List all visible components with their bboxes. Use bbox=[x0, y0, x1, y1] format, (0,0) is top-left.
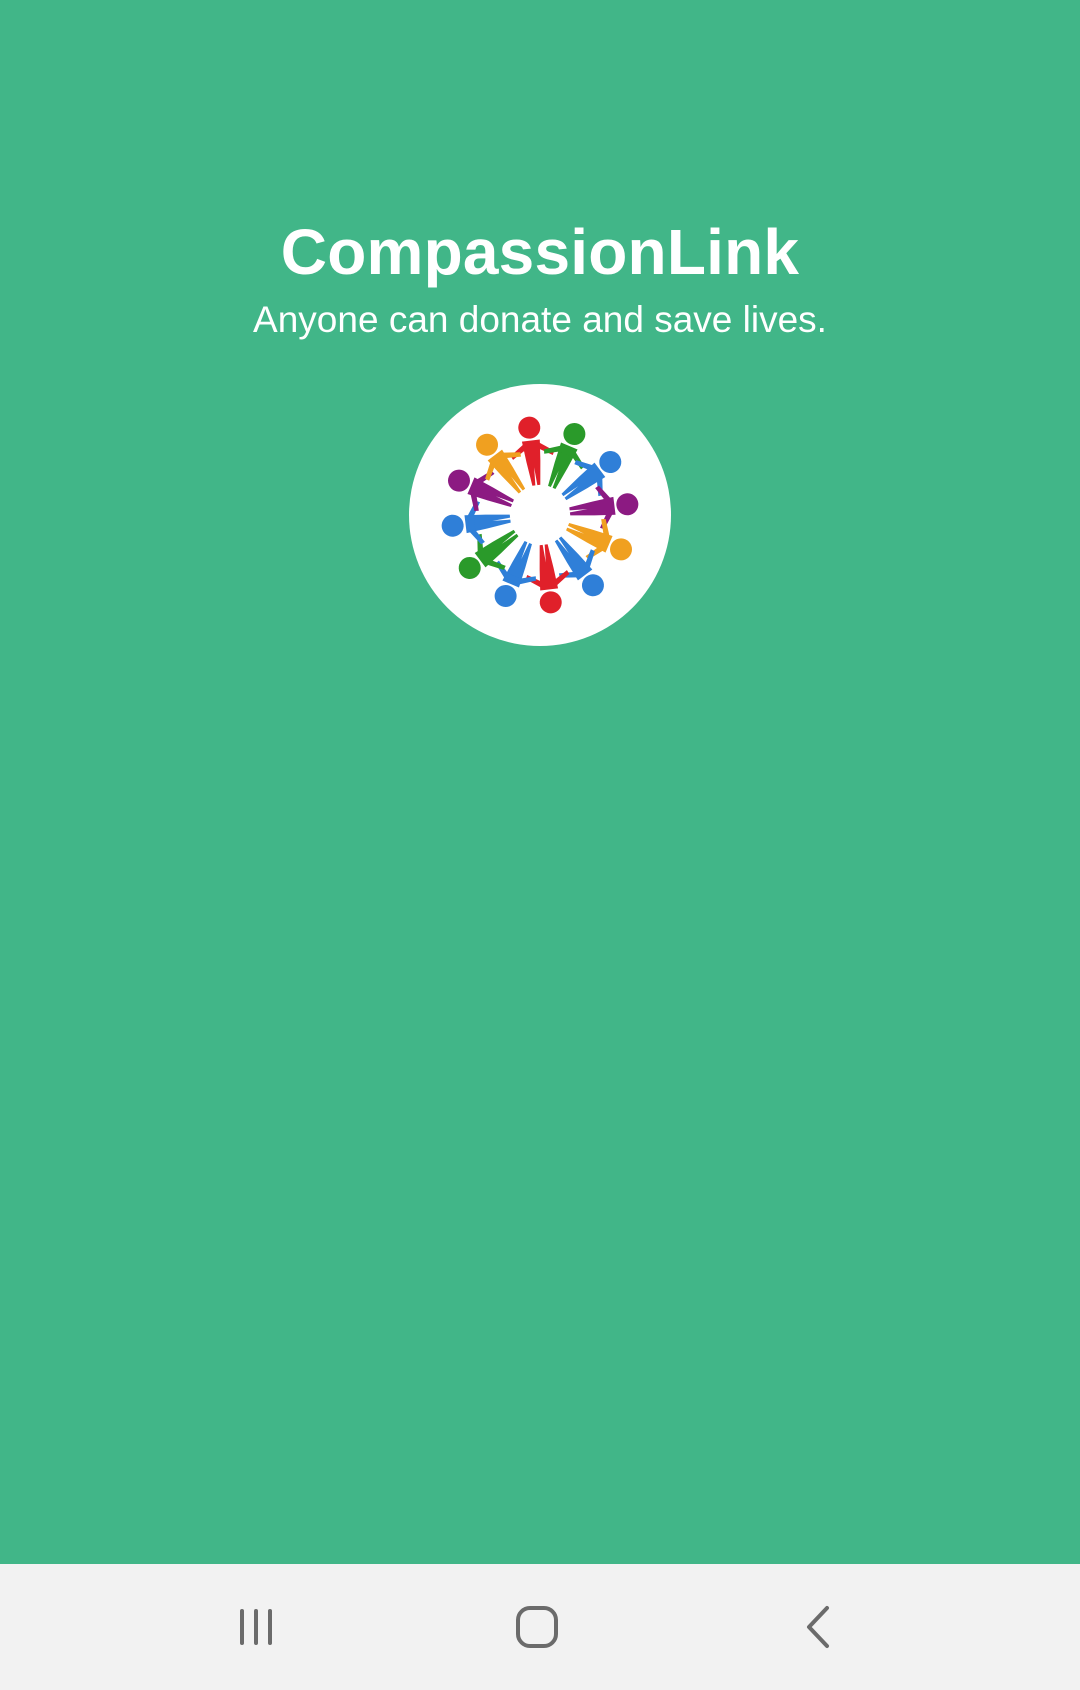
recent-apps-icon bbox=[240, 1609, 272, 1645]
system-navigation-bar bbox=[0, 1564, 1080, 1690]
recent-apps-button[interactable] bbox=[211, 1582, 301, 1672]
splash-content: CompassionLink Anyone can donate and sav… bbox=[0, 0, 1080, 1564]
app-title: CompassionLink bbox=[280, 216, 800, 288]
back-button[interactable] bbox=[774, 1582, 864, 1672]
people-circle-logo-icon bbox=[441, 416, 639, 614]
home-button[interactable] bbox=[492, 1582, 582, 1672]
app-logo bbox=[409, 384, 671, 646]
splash-screen: CompassionLink Anyone can donate and sav… bbox=[0, 0, 1080, 1690]
app-tagline: Anyone can donate and save lives. bbox=[253, 299, 827, 340]
back-icon bbox=[807, 1606, 829, 1648]
home-icon bbox=[516, 1606, 558, 1648]
